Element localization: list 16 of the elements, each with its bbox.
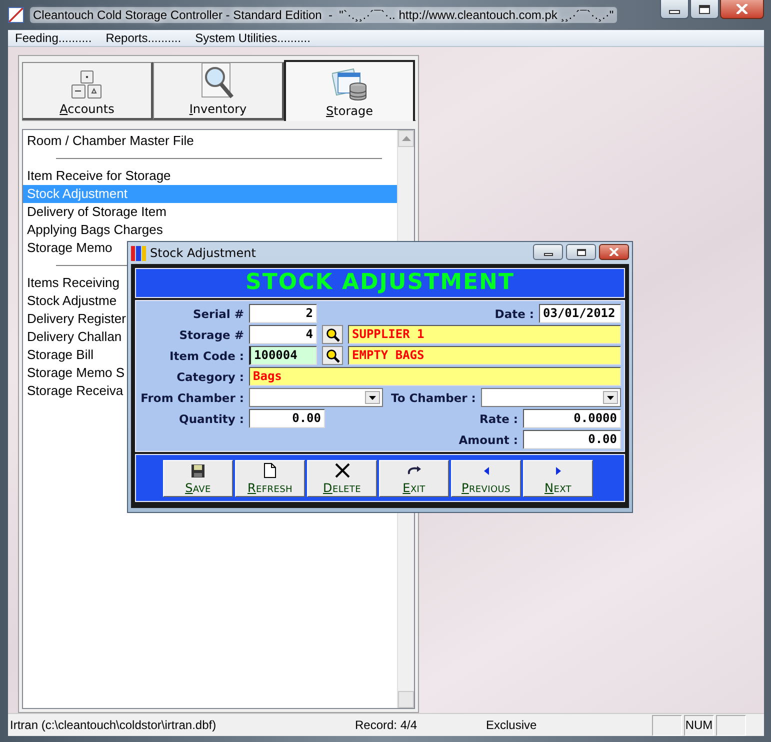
status-indicator: NUM: [684, 714, 714, 736]
field-label: Item Code :: [168, 348, 244, 363]
field-label: Rate :: [479, 412, 518, 426]
field-label: Serial #: [192, 306, 244, 321]
field-label: From Chamber :: [140, 390, 244, 405]
field-label: Category :: [176, 370, 244, 384]
field-label: Date :: [494, 306, 534, 321]
status-text: Irtran (c:\cleantouch\coldstor\irtran.dbf): [10, 718, 218, 732]
field-label: Storage #: [178, 328, 244, 342]
field-label: Quantity :: [178, 412, 244, 426]
status-text: Exclusive: [486, 718, 538, 732]
field-label: To Chamber :: [391, 390, 476, 405]
status-text: Record: 4/4: [355, 718, 418, 732]
window-title: Stock Adjustment: [150, 246, 256, 260]
form-heading: STOCK ADJUSTMENT: [135, 268, 625, 298]
field-label: Amount :: [458, 432, 518, 447]
